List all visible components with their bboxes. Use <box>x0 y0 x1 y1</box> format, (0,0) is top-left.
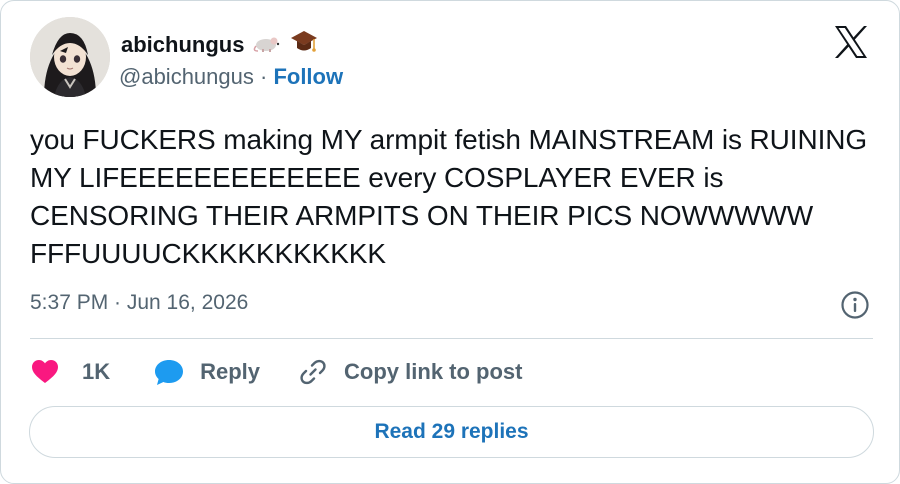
link-icon <box>298 357 328 387</box>
author-name-row: abichungus <box>121 29 318 60</box>
x-logo-icon[interactable] <box>833 25 869 59</box>
like-button[interactable]: 1K <box>31 359 110 385</box>
avatar[interactable] <box>30 17 110 97</box>
like-count: 1K <box>82 359 111 384</box>
reply-button[interactable]: Reply <box>154 358 260 386</box>
copy-link-label: Copy link to post <box>344 359 523 384</box>
read-replies-label: Read 29 replies <box>374 420 529 443</box>
author-display-name[interactable]: abichungus <box>121 32 244 58</box>
tweet-embed-card: abichungus @abichungus · Follow you FUCK… <box>0 0 900 484</box>
separator: · <box>253 64 274 89</box>
reply-label: Reply <box>200 359 261 384</box>
follow-button[interactable]: Follow <box>273 64 343 89</box>
read-replies-button[interactable]: Read 29 replies <box>29 406 874 458</box>
divider <box>30 338 873 339</box>
author-handle-row: @abichungus · Follow <box>119 64 343 90</box>
copy-link-button[interactable]: Copy link to post <box>298 357 523 387</box>
heart-icon <box>31 359 59 385</box>
graduation-cap-emoji-icon <box>290 29 318 60</box>
tweet-text: you FUCKERS making MY armpit fetish MAIN… <box>30 124 875 269</box>
tweet-timestamp[interactable]: 5:37 PM · Jun 16, 2026 <box>30 291 248 315</box>
action-bar: 1K Reply Copy link to post <box>31 357 523 387</box>
speech-bubble-icon <box>154 358 184 386</box>
rat-emoji-icon <box>252 31 282 58</box>
author-handle[interactable]: @abichungus <box>119 64 254 89</box>
info-icon[interactable] <box>840 290 870 320</box>
